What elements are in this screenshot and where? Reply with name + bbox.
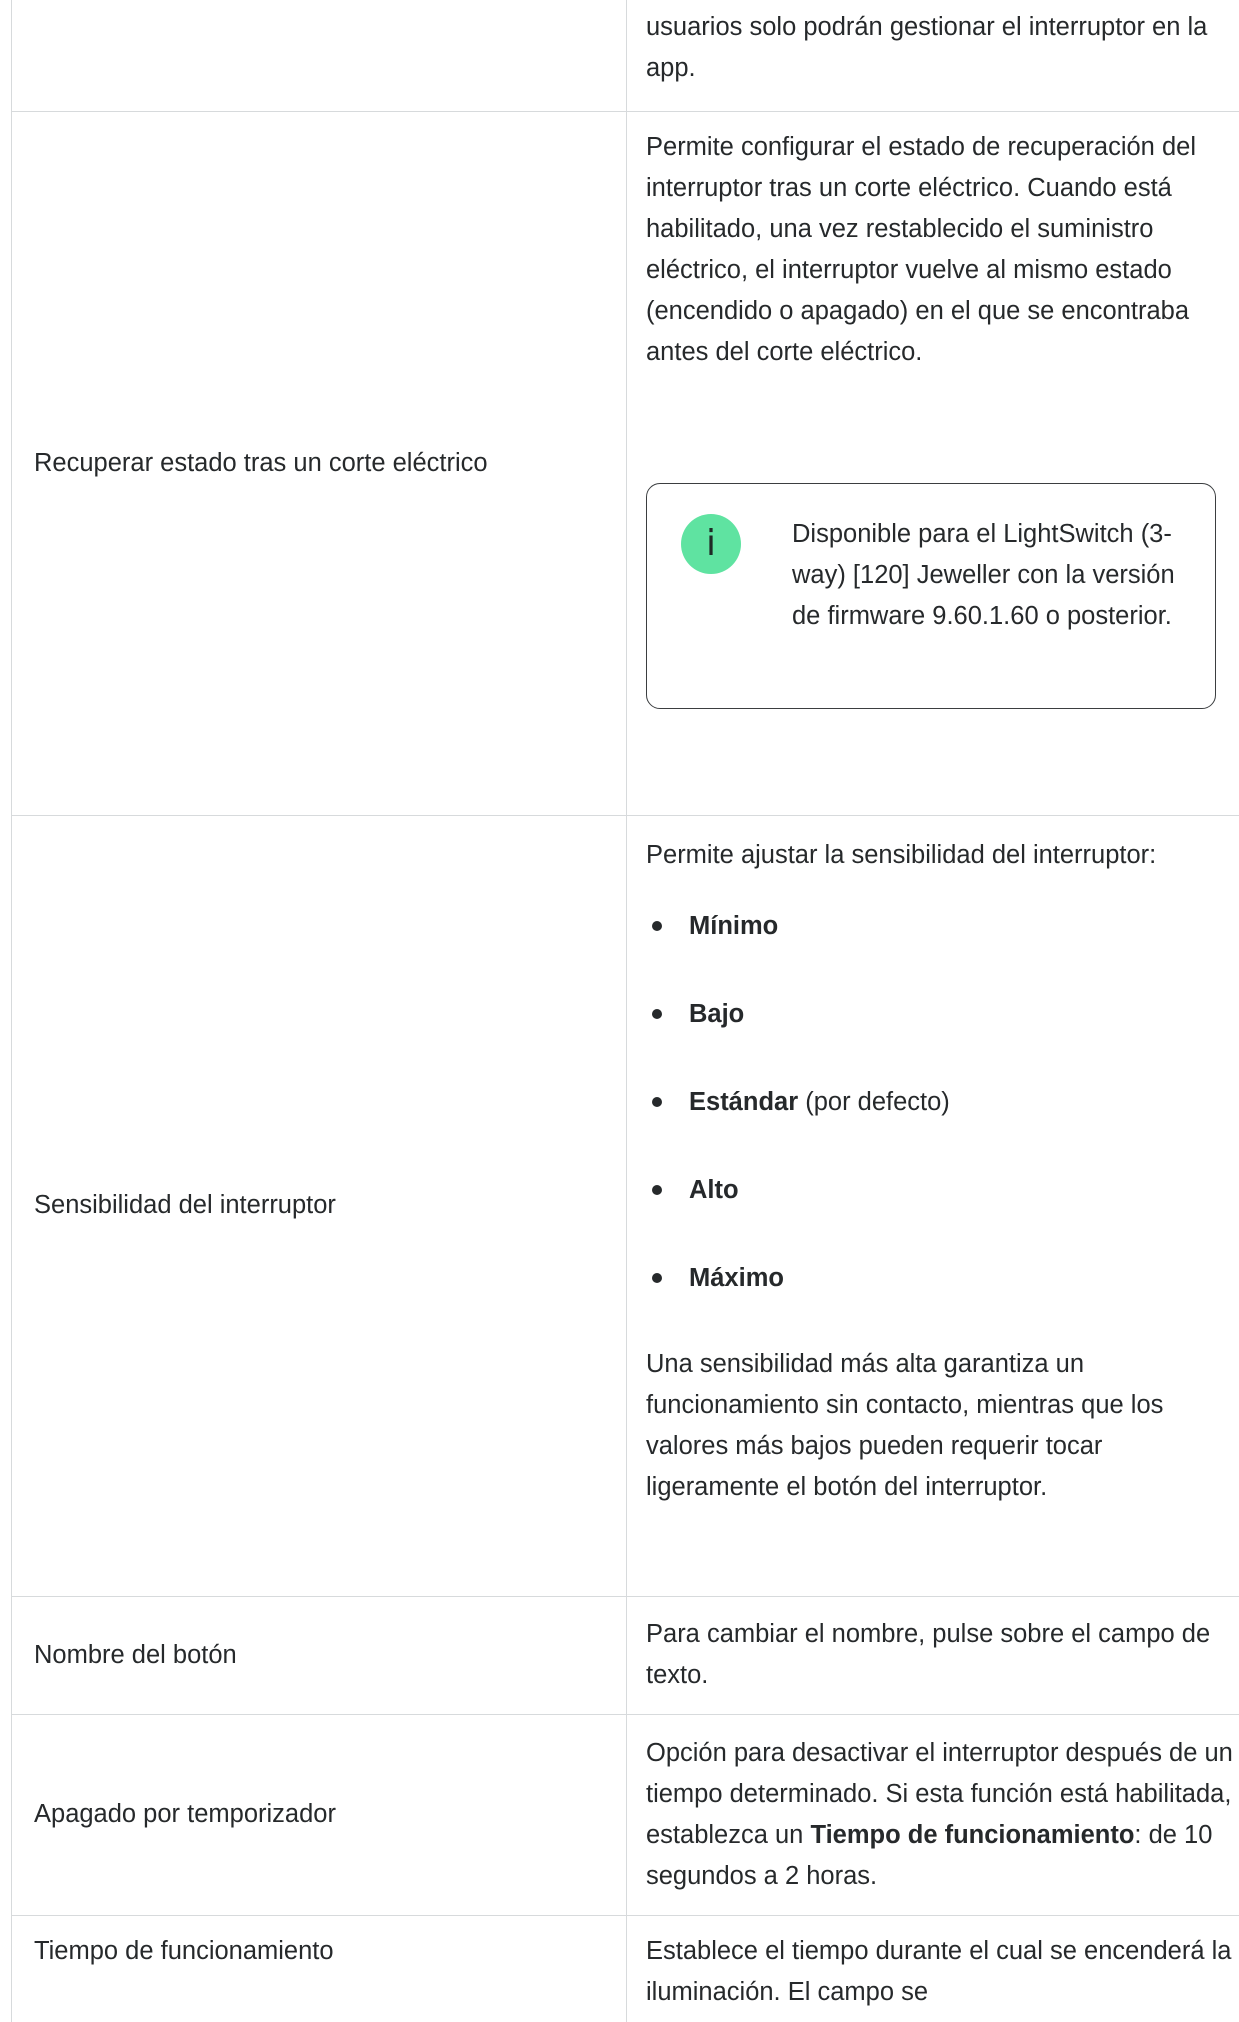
setting-name	[11, 0, 627, 112]
level-label: Estándar	[689, 1087, 799, 1116]
level-label: Alto	[689, 1175, 739, 1204]
description-text: Establece el tiempo durante el cual se e…	[646, 1936, 1232, 2006]
level-label: Máximo	[689, 1263, 784, 1292]
setting-description: usuarios solo podrán gestionar el interr…	[626, 0, 1239, 112]
setting-description: Para cambiar el nombre, pulse sobre el c…	[626, 1595, 1239, 1715]
info-icon: i	[681, 513, 741, 574]
level-label: Bajo	[689, 999, 745, 1028]
setting-name: Apagado por temporizador	[11, 1713, 627, 1916]
table-row: Tiempo de funcionamiento Establece el ti…	[11, 1914, 1239, 2022]
setting-description: Permite configurar el estado de recupera…	[626, 110, 1239, 816]
list-item: Alto	[646, 1170, 1239, 1258]
level-suffix: (por defecto)	[798, 1087, 950, 1116]
description-text: Para cambiar el nombre, pulse sobre el c…	[646, 1620, 1211, 1689]
table-row: usuarios solo podrán gestionar el interr…	[11, 0, 1239, 112]
setting-name: Recuperar estado tras un corte eléctrico	[11, 110, 627, 816]
setting-description: Permite ajustar la sensibilidad del inte…	[626, 814, 1239, 1597]
setting-description: Establece el tiempo durante el cual se e…	[626, 1914, 1239, 2022]
list-item: Máximo	[646, 1258, 1239, 1346]
description-outro: Una sensibilidad más alta garantiza un f…	[646, 1349, 1164, 1501]
table-row: Nombre del botón Para cambiar el nombre,…	[11, 1595, 1239, 1715]
setting-name: Nombre del botón	[11, 1595, 627, 1715]
description-bold-term: Tiempo de funcionamiento	[810, 1820, 1135, 1849]
info-note: i Disponible para el LightSwitch (3-way)…	[646, 482, 1216, 709]
setting-name: Sensibilidad del interruptor	[11, 814, 627, 1597]
info-note-text: Disponible para el LightSwitch (3-way) […	[792, 519, 1175, 630]
settings-page: usuarios solo podrán gestionar el interr…	[0, 0, 1239, 2022]
list-item: Estándar (por defecto)	[646, 1082, 1239, 1170]
setting-name: Tiempo de funcionamiento	[11, 1914, 627, 2022]
level-label: Mínimo	[689, 911, 779, 940]
description-text: Opción para desactivar el interruptor de…	[646, 1733, 1239, 1897]
table-row: Recuperar estado tras un corte eléctrico…	[11, 110, 1239, 816]
settings-table: usuarios solo podrán gestionar el interr…	[11, 0, 1239, 2022]
list-item: Mínimo	[646, 906, 1239, 994]
description-text: Permite configurar el estado de recupera…	[646, 132, 1196, 366]
description-text: usuarios solo podrán gestionar el interr…	[646, 13, 1208, 82]
list-item: Bajo	[646, 994, 1239, 1082]
sensitivity-levels-list: Mínimo Bajo Estándar (por defecto) Alto …	[646, 906, 1239, 1346]
table-row: Apagado por temporizador Opción para des…	[11, 1713, 1239, 1916]
table-row: Sensibilidad del interruptor Permite aju…	[11, 814, 1239, 1597]
description-intro: Permite ajustar la sensibilidad del inte…	[646, 840, 1157, 869]
setting-description: Opción para desactivar el interruptor de…	[626, 1713, 1239, 1916]
